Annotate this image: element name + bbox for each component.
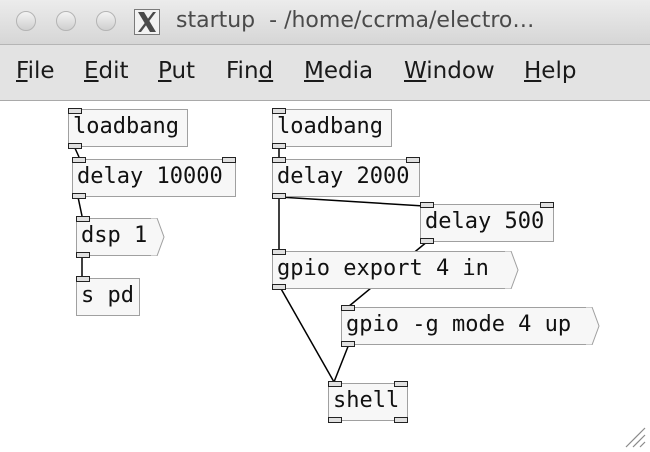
loadbang-object-1[interactable]: loadbang bbox=[68, 109, 188, 147]
menu-file[interactable]: File bbox=[16, 58, 55, 84]
outlet[interactable] bbox=[68, 143, 82, 149]
shell-object[interactable]: shell bbox=[328, 383, 408, 421]
outlet[interactable] bbox=[394, 417, 408, 423]
outlet[interactable] bbox=[341, 341, 355, 347]
send-pd-object[interactable]: s pd bbox=[76, 278, 140, 316]
gpio-export-object[interactable]: gpio export 4 in bbox=[272, 251, 506, 289]
inlet[interactable] bbox=[272, 108, 286, 114]
cord-delay2000-delay500 bbox=[278, 196, 425, 207]
resize-grip-icon[interactable] bbox=[622, 424, 646, 448]
inlet[interactable] bbox=[272, 157, 286, 163]
inlet[interactable] bbox=[68, 108, 82, 114]
gpio-mode-object[interactable]: gpio -g mode 4 up bbox=[341, 307, 587, 345]
inlet[interactable] bbox=[540, 202, 554, 208]
message-flag bbox=[586, 307, 600, 345]
inlet[interactable] bbox=[420, 202, 434, 208]
menu-media[interactable]: Media bbox=[304, 58, 373, 84]
delay-10000-object[interactable]: delay 10000 bbox=[72, 159, 236, 197]
title-bar[interactable]: startup - /home/ccrma/electro… bbox=[0, 0, 650, 45]
outlet[interactable] bbox=[272, 143, 286, 149]
menu-edit[interactable]: Edit bbox=[84, 58, 129, 84]
patch-canvas[interactable]: loadbang delay 10000 dsp 1 s pd loadbang… bbox=[0, 101, 650, 452]
outlet[interactable] bbox=[272, 193, 286, 199]
close-button[interactable] bbox=[16, 11, 36, 31]
message-flag bbox=[505, 251, 519, 289]
cord-gpiomode-shell bbox=[333, 343, 350, 383]
dsp-1-message[interactable]: dsp 1 bbox=[76, 218, 152, 256]
delay-500-object[interactable]: delay 500 bbox=[420, 204, 554, 242]
outlet[interactable] bbox=[72, 193, 86, 199]
inlet[interactable] bbox=[76, 216, 90, 222]
outlet[interactable] bbox=[76, 252, 90, 258]
cord-gpioexport-shell bbox=[279, 286, 335, 383]
inlet[interactable] bbox=[394, 381, 408, 387]
inlet[interactable] bbox=[272, 249, 286, 255]
inlet[interactable] bbox=[76, 276, 90, 282]
inlet[interactable] bbox=[222, 157, 236, 163]
minimize-button[interactable] bbox=[56, 11, 76, 31]
message-flag bbox=[151, 218, 165, 256]
window-title: startup - /home/ccrma/electro… bbox=[176, 8, 535, 33]
delay-2000-object[interactable]: delay 2000 bbox=[272, 159, 420, 197]
x11-icon bbox=[134, 9, 160, 35]
outlet[interactable] bbox=[420, 238, 434, 244]
zoom-button[interactable] bbox=[96, 11, 116, 31]
inlet[interactable] bbox=[406, 157, 420, 163]
menu-put[interactable]: Put bbox=[158, 58, 195, 84]
menu-bar: File Edit Put Find Media Window Help bbox=[0, 45, 650, 101]
outlet[interactable] bbox=[272, 284, 286, 290]
menu-find[interactable]: Find bbox=[226, 58, 273, 84]
inlet[interactable] bbox=[72, 157, 86, 163]
menu-help[interactable]: Help bbox=[524, 58, 576, 84]
inlet[interactable] bbox=[328, 381, 342, 387]
inlet[interactable] bbox=[341, 305, 355, 311]
outlet[interactable] bbox=[328, 417, 342, 423]
cord-delay10000-dsp bbox=[77, 196, 83, 217]
menu-window[interactable]: Window bbox=[404, 58, 495, 84]
loadbang-object-2[interactable]: loadbang bbox=[272, 109, 392, 147]
